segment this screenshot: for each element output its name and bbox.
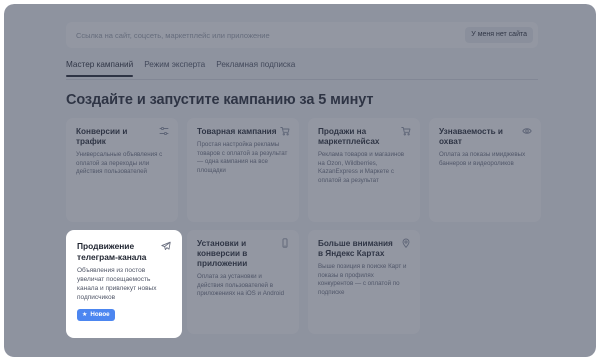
card-marketplace-sales[interactable]: Продажи на маркетплейсах Реклама товаров… bbox=[308, 118, 420, 222]
card-title: Больше внимания в Яндекс Картах bbox=[318, 239, 393, 258]
cart-icon bbox=[280, 126, 290, 136]
tab-expert-mode[interactable]: Режим эксперта bbox=[144, 58, 205, 80]
mode-tabs: Мастер кампаний Режим эксперта Рекламная… bbox=[66, 58, 295, 80]
card-title: Продвижение телеграм-канала bbox=[77, 241, 147, 262]
badge-label: Новое bbox=[90, 311, 110, 318]
campaign-wizard-panel: У меня нет сайта Мастер кампаний Режим э… bbox=[4, 4, 596, 357]
tab-campaign-master[interactable]: Мастер кампаний bbox=[66, 58, 134, 80]
star-icon: ★ bbox=[82, 312, 88, 318]
conversion-sliders-icon bbox=[159, 126, 169, 136]
site-url-search-bar: У меня нет сайта bbox=[66, 22, 538, 48]
tab-ad-subscription[interactable]: Рекламная подписка bbox=[216, 58, 295, 80]
card-telegram-promotion[interactable]: Продвижение телеграм-канала Объявления и… bbox=[66, 230, 182, 338]
tabs-divider bbox=[66, 79, 538, 80]
card-title: Установки и конверсии в приложении bbox=[197, 239, 248, 268]
card-awareness-reach[interactable]: Узнаваемость и охват Оплата за показы им… bbox=[429, 118, 541, 222]
cart-icon bbox=[401, 126, 411, 136]
card-description: Реклама товаров и магазинов на Ozon, Wil… bbox=[318, 151, 405, 185]
card-description: Объявления из постов увеличат посещаемос… bbox=[77, 267, 157, 301]
card-description: Оплата за показы имиджевых баннеров и ви… bbox=[439, 151, 526, 167]
new-badge: ★ Новое bbox=[77, 309, 115, 321]
card-conversions-traffic[interactable]: Конверсии и трафик Универсальные объявле… bbox=[66, 118, 178, 222]
card-yandex-maps[interactable]: Больше внимания в Яндекс Картах Выше поз… bbox=[308, 230, 420, 334]
eye-icon bbox=[522, 126, 532, 136]
card-description: Простая настройка рекламы товаров с опла… bbox=[197, 141, 288, 175]
no-site-button[interactable]: У меня нет сайта bbox=[465, 27, 533, 43]
page-title: Создайте и запустите кампанию за 5 минут bbox=[66, 92, 374, 108]
site-url-input[interactable] bbox=[66, 22, 446, 48]
phone-icon bbox=[280, 238, 290, 248]
card-title: Конверсии и трафик bbox=[76, 127, 128, 146]
card-product-campaign[interactable]: Товарная кампания Простая настройка рекл… bbox=[187, 118, 299, 222]
card-title: Продажи на маркетплейсах bbox=[318, 127, 380, 146]
card-description: Оплата за установки и действия пользоват… bbox=[197, 273, 285, 298]
map-pin-icon bbox=[401, 238, 411, 248]
card-title: Узнаваемость и охват bbox=[439, 127, 503, 146]
card-app-installs[interactable]: Установки и конверсии в приложении Оплат… bbox=[187, 230, 299, 334]
telegram-icon bbox=[161, 241, 171, 251]
card-title: Товарная кампания bbox=[197, 127, 277, 136]
card-description: Универсальные объявления с оплатой за пе… bbox=[76, 151, 163, 176]
card-description: Выше позиция в поиске Карт и показы в пр… bbox=[318, 263, 407, 297]
